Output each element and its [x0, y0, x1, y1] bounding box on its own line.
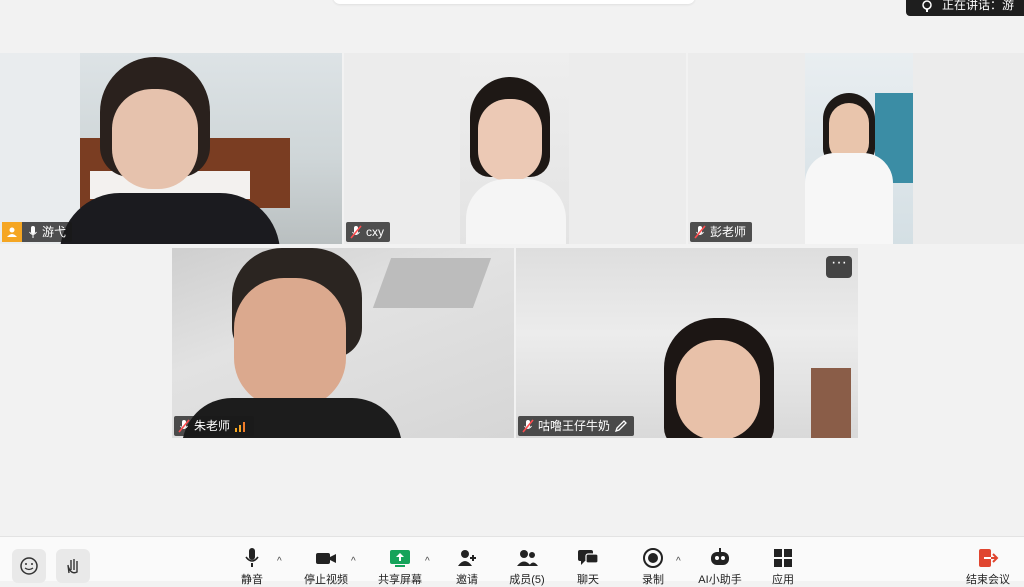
- camera-icon: [316, 553, 336, 564]
- members-button[interactable]: 成员(5): [497, 547, 557, 587]
- mute-button[interactable]: 静音: [222, 547, 282, 587]
- robot-icon: [711, 548, 729, 565]
- meeting-toolbar: 静音 ^ 停止视频 ^ 共享屏幕 ^ 邀请 成员(5) 聊天 录制 ^ AI小助…: [0, 536, 1024, 586]
- participant-name: 游弋: [42, 225, 67, 239]
- microphone-icon: [245, 548, 259, 567]
- top-title-pill: [333, 0, 695, 4]
- chat-icon: [578, 550, 599, 565]
- smiley-icon: [20, 557, 38, 575]
- invite-label: 邀请: [456, 574, 478, 586]
- video-options-caret[interactable]: ^: [351, 556, 356, 567]
- video-feed: [172, 248, 514, 438]
- video-feed: [0, 53, 342, 244]
- end-meeting-button[interactable]: 结束会议: [958, 547, 1018, 587]
- chat-button[interactable]: 聊天: [558, 547, 618, 587]
- record-icon: [643, 548, 663, 568]
- mute-label: 静音: [241, 574, 263, 586]
- video-label: 停止视频: [304, 574, 348, 586]
- name-label: 彭老师: [690, 222, 753, 242]
- video-feed: [460, 53, 569, 244]
- exit-icon: [979, 549, 999, 567]
- video-tile-4[interactable]: 朱老师: [172, 248, 514, 438]
- video-tile-1[interactable]: 游弋: [0, 53, 342, 244]
- chat-label: 聊天: [577, 574, 599, 586]
- name-label: 游弋: [2, 222, 73, 242]
- apps-label: 应用: [772, 574, 794, 586]
- muted-mic-icon: [350, 225, 362, 239]
- name-label: 咕噜王仔牛奶: [518, 416, 635, 436]
- participant-name: 朱老师: [194, 419, 231, 433]
- name-label: 朱老师: [174, 416, 255, 436]
- ai-assistant-button[interactable]: AI小助手: [690, 547, 750, 587]
- share-label: 共享屏幕: [378, 574, 422, 586]
- speaker-icon: [922, 0, 932, 12]
- muted-mic-icon: [694, 225, 706, 239]
- share-screen-button[interactable]: 共享屏幕: [370, 547, 430, 587]
- video-tile-2[interactable]: cxy: [344, 53, 686, 244]
- video-feed: [805, 53, 913, 244]
- participant-name: 咕噜王仔牛奶: [538, 419, 611, 433]
- muted-mic-icon: [178, 419, 190, 433]
- speaking-indicator: 正在讲话：游: [906, 0, 1024, 16]
- host-icon: [2, 222, 22, 242]
- name-label: cxy: [346, 222, 390, 242]
- participant-name: 彭老师: [710, 225, 747, 239]
- apps-grid-icon: [774, 549, 792, 567]
- more-options-button[interactable]: ···: [826, 255, 852, 278]
- add-person-icon: [458, 550, 476, 566]
- participant-name: cxy: [366, 225, 384, 239]
- rename-pencil-icon[interactable]: [614, 419, 628, 433]
- invite-button[interactable]: 邀请: [437, 547, 497, 587]
- share-screen-icon: [390, 550, 410, 567]
- share-options-caret[interactable]: ^: [425, 556, 430, 567]
- members-icon: [517, 550, 538, 566]
- video-tile-3[interactable]: 彭老师: [688, 53, 1024, 244]
- stop-video-button[interactable]: 停止视频: [296, 547, 356, 587]
- hand-icon: [67, 559, 78, 574]
- record-options-caret[interactable]: ^: [676, 556, 681, 567]
- ai-label: AI小助手: [698, 574, 742, 586]
- audio-options-caret[interactable]: ^: [277, 556, 282, 567]
- mic-icon: [29, 226, 37, 238]
- muted-mic-icon: [522, 419, 534, 433]
- end-label: 结束会议: [966, 574, 1010, 586]
- signal-icon: [235, 422, 246, 432]
- video-tile-5[interactable]: ··· 咕噜王仔牛奶: [516, 248, 858, 438]
- video-feed: [516, 248, 858, 438]
- record-button[interactable]: 录制: [623, 547, 683, 587]
- members-label: 成员(5): [509, 574, 545, 586]
- apps-button[interactable]: 应用: [753, 547, 813, 587]
- record-label: 录制: [642, 574, 664, 586]
- reaction-button[interactable]: [12, 549, 46, 583]
- raise-hand-button[interactable]: [56, 549, 90, 583]
- speaking-text: 正在讲话：游: [942, 0, 1015, 12]
